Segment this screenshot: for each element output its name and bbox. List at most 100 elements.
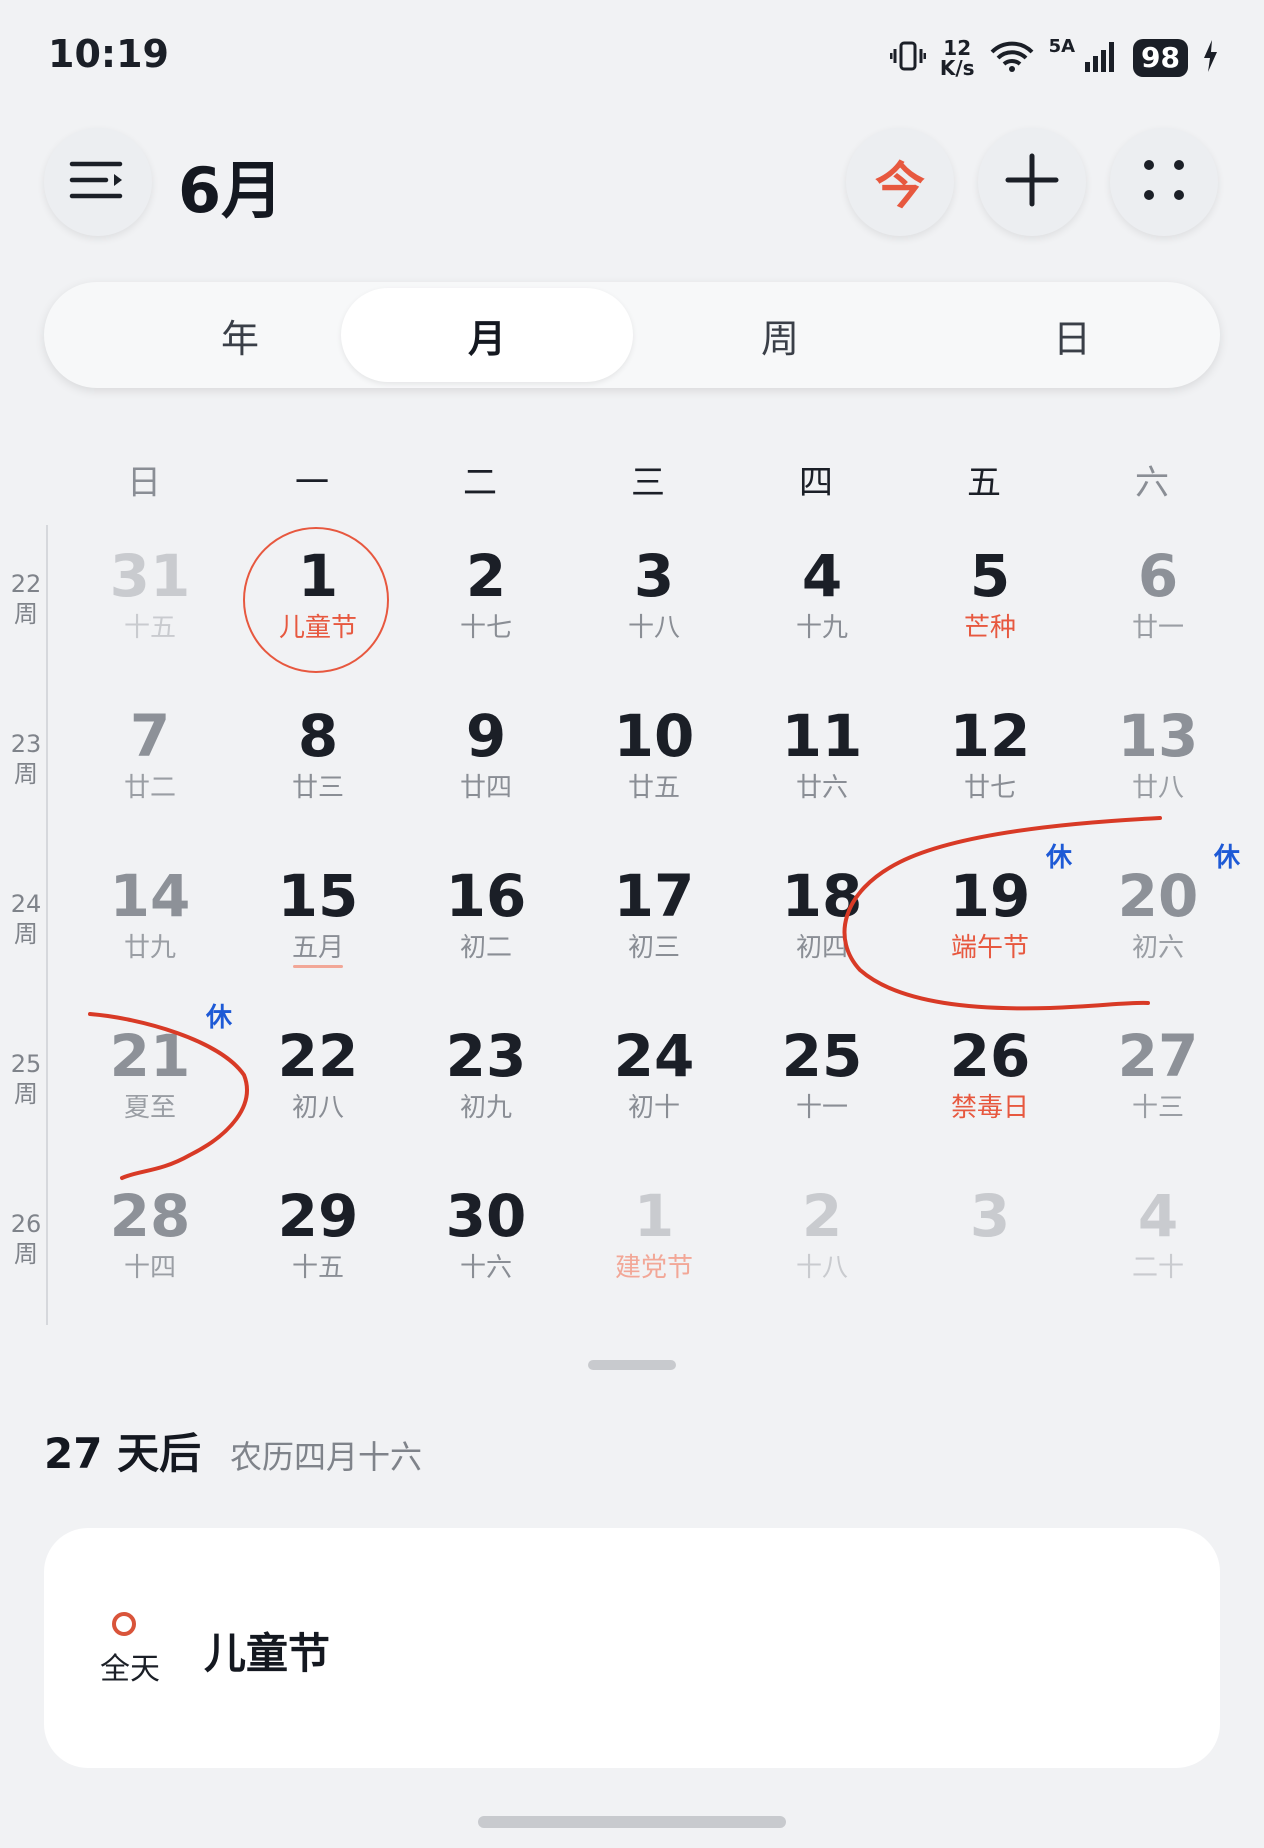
day-cell[interactable]: 30 十六	[402, 1165, 570, 1315]
more-options-button[interactable]	[1110, 128, 1218, 236]
day-cell[interactable]: 10 廿五	[570, 685, 738, 835]
lunar-date-label: 农历四月十六	[230, 1438, 423, 1476]
more-grid-icon	[1140, 156, 1188, 208]
tab-week[interactable]: 周	[634, 288, 926, 382]
lunar-date: 十五	[291, 1253, 344, 1283]
lunar-date: 初十	[627, 1093, 680, 1123]
charging-icon	[1202, 38, 1218, 79]
week-number-value: 26	[10, 1210, 42, 1238]
day-cell[interactable]: 4 二十	[1074, 1165, 1242, 1315]
day-cell[interactable]: 28 十四	[66, 1165, 234, 1315]
day-cell[interactable]: 1 建党节	[570, 1165, 738, 1315]
day-number: 1	[297, 542, 339, 610]
day-cell[interactable]: 1 儿童节	[234, 525, 402, 675]
day-number: 5	[969, 542, 1011, 610]
menu-icon	[68, 158, 128, 206]
day-cell[interactable]: 3 十八	[570, 525, 738, 675]
weekday-label: 一	[295, 463, 329, 503]
rest-day-badge: 休	[1045, 843, 1072, 873]
day-cell[interactable]: 17 初三	[570, 845, 738, 995]
week-number-suffix: 周	[14, 1240, 38, 1268]
event-color-dot	[112, 1612, 136, 1636]
day-number: 29	[277, 1182, 359, 1250]
day-cell[interactable]: 19 端午节 休	[906, 843, 1074, 995]
event-card[interactable]: 全天 儿童节	[44, 1528, 1220, 1768]
lunar-date: 十八	[795, 1253, 848, 1283]
day-cell[interactable]: 6 廿一	[1074, 525, 1242, 675]
tab-day[interactable]: 日	[926, 288, 1218, 382]
lunar-date: 十四	[123, 1253, 176, 1283]
day-number: 30	[445, 1182, 527, 1250]
week-number-value: 24	[10, 890, 42, 918]
day-cell[interactable]: 2 十八	[738, 1165, 906, 1315]
week-number: 22 周	[6, 569, 46, 629]
holiday-label: 端午节	[950, 933, 1029, 963]
day-cell[interactable]: 2 十七	[402, 525, 570, 675]
day-cell[interactable]: 11 廿六	[738, 685, 906, 835]
week-number-divider	[46, 525, 48, 1325]
today-button[interactable]: 今	[846, 128, 954, 236]
day-cell[interactable]: 29 十五	[234, 1165, 402, 1315]
day-cell[interactable]: 4 十九	[738, 525, 906, 675]
menu-button[interactable]	[44, 128, 152, 236]
day-cell[interactable]: 5 芒种	[906, 525, 1074, 675]
day-number: 28	[109, 1182, 191, 1250]
day-number: 13	[1117, 702, 1199, 770]
weekday-label: 三	[631, 463, 665, 503]
day-number: 15	[277, 862, 359, 930]
lunar-date: 十七	[459, 613, 512, 643]
lunar-date: 十五	[123, 613, 176, 643]
day-number: 20	[1117, 862, 1199, 930]
add-event-button[interactable]	[978, 128, 1086, 236]
sheet-drag-handle[interactable]	[588, 1360, 676, 1370]
weekday-label: 二	[463, 463, 497, 503]
day-cell[interactable]: 7 廿二	[66, 685, 234, 835]
vibrate-icon	[889, 38, 927, 79]
tab-month[interactable]: 月	[341, 288, 633, 382]
holiday-label: 禁毒日	[950, 1093, 1029, 1123]
day-cell[interactable]: 24 初十	[570, 1005, 738, 1155]
net-speed-value: 12	[943, 36, 972, 60]
day-cell[interactable]: 8 廿三	[234, 685, 402, 835]
status-time: 10:19	[48, 32, 169, 76]
holiday-label: 儿童节	[278, 613, 357, 643]
day-cell[interactable]: 26 禁毒日	[906, 1005, 1074, 1155]
day-cell[interactable]: 18 初四	[738, 845, 906, 995]
day-cell[interactable]: 15 五月	[234, 845, 402, 995]
day-cell[interactable]: 31 十五	[66, 525, 234, 675]
plus-icon	[1004, 152, 1060, 212]
lunar-date: 十三	[1131, 1093, 1184, 1123]
day-number: 16	[445, 862, 527, 930]
day-cell[interactable]: 22 初八	[234, 1005, 402, 1155]
wifi-icon	[989, 38, 1035, 79]
day-cell[interactable]: 14 廿九	[66, 845, 234, 995]
signal-icon	[1083, 38, 1119, 79]
day-number: 6	[1137, 542, 1179, 610]
lunar-date: 初四	[795, 933, 848, 963]
lunar-date: 初八	[291, 1093, 344, 1123]
week-number-value: 23	[10, 730, 42, 758]
day-cell[interactable]: 20 初六 休	[1074, 843, 1242, 995]
event-title: 儿童节	[204, 1629, 331, 1678]
day-cell[interactable]: 21 夏至 休	[66, 1003, 234, 1155]
day-cell[interactable]: 9 廿四	[402, 685, 570, 835]
day-cell[interactable]: 16 初二	[402, 845, 570, 995]
lunar-date: 初三	[627, 933, 680, 963]
day-number: 14	[109, 862, 191, 930]
rest-day-badge: 休	[205, 1003, 232, 1033]
day-cell[interactable]: 27 十三	[1074, 1005, 1242, 1155]
home-indicator[interactable]	[478, 1816, 786, 1828]
lunar-date: 十九	[795, 613, 848, 643]
weekday-label: 四	[799, 463, 833, 503]
day-cell[interactable]: 13 廿八	[1074, 685, 1242, 835]
day-cell[interactable]: 23 初九	[402, 1005, 570, 1155]
day-cell[interactable]: 3	[906, 1165, 1074, 1315]
day-cell[interactable]: 25 十一	[738, 1005, 906, 1155]
week-number: 25 周	[6, 1049, 46, 1109]
lunar-date: 廿五	[627, 773, 680, 803]
week-number: 26 周	[6, 1209, 46, 1269]
event-time-label: 全天	[100, 1652, 160, 1687]
day-cell[interactable]: 12 廿七	[906, 685, 1074, 835]
lunar-date: 廿四	[459, 773, 512, 803]
lunar-date: 二十	[1131, 1253, 1184, 1283]
